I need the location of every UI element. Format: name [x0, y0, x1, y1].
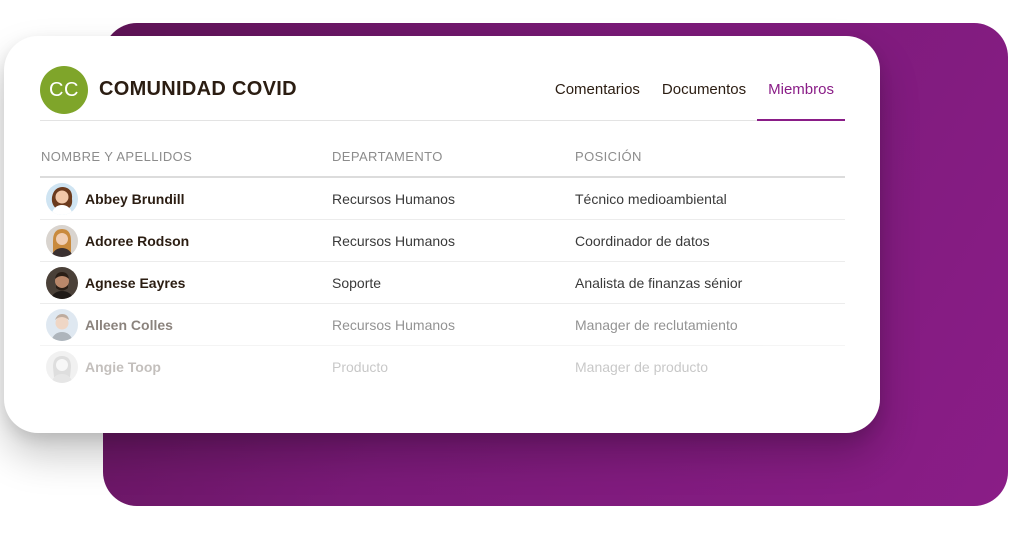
- avatar-icon: [46, 351, 78, 383]
- table-row[interactable]: Agnese Eayres Soporte Analista de finanz…: [40, 262, 845, 304]
- member-department: Recursos Humanos: [332, 233, 455, 249]
- member-position: Coordinador de datos: [575, 233, 710, 249]
- card-header: CC COMUNIDAD COVID Comentarios Documento…: [40, 64, 845, 121]
- table-row[interactable]: Alleen Colles Recursos Humanos Manager d…: [40, 304, 845, 346]
- column-header-department[interactable]: DEPARTAMENTO: [332, 149, 443, 164]
- member-position: Técnico medioambiental: [575, 191, 727, 207]
- member-department: Recursos Humanos: [332, 317, 455, 333]
- avatar-icon: [46, 183, 78, 215]
- member-position: Manager de reclutamiento: [575, 317, 738, 333]
- tab-miembros[interactable]: Miembros: [757, 64, 845, 121]
- tab-bar: Comentarios Documentos Miembros: [544, 64, 845, 121]
- member-name[interactable]: Angie Toop: [85, 359, 161, 375]
- member-name[interactable]: Abbey Brundill: [85, 191, 185, 207]
- tab-comentarios[interactable]: Comentarios: [544, 64, 651, 120]
- members-table: NOMBRE Y APELLIDOS DEPARTAMENTO POSICIÓN…: [40, 140, 845, 387]
- column-header-name[interactable]: NOMBRE Y APELLIDOS: [41, 149, 192, 164]
- table-row[interactable]: Abbey Brundill Recursos Humanos Técnico …: [40, 178, 845, 220]
- member-position: Manager de producto: [575, 359, 709, 375]
- community-logo-badge: CC: [40, 66, 88, 114]
- avatar-icon: [46, 225, 78, 257]
- member-name[interactable]: Adoree Rodson: [85, 233, 189, 249]
- avatar-icon: [46, 267, 78, 299]
- member-department: Soporte: [332, 275, 382, 291]
- community-title: COMUNIDAD COVID: [99, 78, 297, 100]
- table-header: NOMBRE Y APELLIDOS DEPARTAMENTO POSICIÓN: [40, 140, 845, 178]
- tab-documentos[interactable]: Documentos: [651, 64, 757, 120]
- member-name[interactable]: Alleen Colles: [85, 317, 173, 333]
- table-row[interactable]: Adoree Rodson Recursos Humanos Coordinad…: [40, 220, 845, 262]
- column-header-position[interactable]: POSICIÓN: [575, 149, 642, 164]
- stage: CC COMUNIDAD COVID Comentarios Documento…: [0, 0, 1024, 554]
- avatar-icon: [46, 309, 78, 341]
- member-department: Producto: [332, 359, 389, 375]
- community-card: CC COMUNIDAD COVID Comentarios Documento…: [4, 36, 880, 433]
- member-name[interactable]: Agnese Eayres: [85, 275, 185, 291]
- table-row[interactable]: Angie Toop Producto Manager de producto: [40, 346, 845, 387]
- member-position: Analista de finanzas sénior: [575, 275, 743, 291]
- member-department: Recursos Humanos: [332, 191, 455, 207]
